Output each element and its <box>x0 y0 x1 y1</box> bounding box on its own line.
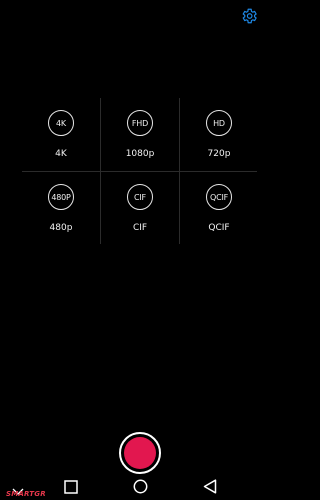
gear-icon <box>242 8 257 24</box>
resolution-option-qcif[interactable]: QCIF QCIF <box>180 172 258 245</box>
resolution-option-480p[interactable]: 480P 480p <box>22 172 100 245</box>
watermark: SMARTGR <box>6 490 46 498</box>
back-button[interactable] <box>203 479 217 498</box>
resolution-option-1080p[interactable]: FHD 1080p <box>101 98 179 171</box>
resolution-badge: 480P <box>48 184 74 210</box>
settings-button[interactable] <box>240 7 258 25</box>
circle-icon <box>133 479 148 494</box>
record-button[interactable] <box>119 432 161 474</box>
square-icon <box>64 480 78 494</box>
resolution-option-4k[interactable]: 4K 4K <box>22 98 100 171</box>
resolution-label: 4K <box>55 149 67 159</box>
triangle-back-icon <box>203 479 217 494</box>
resolution-badge: QCIF <box>206 184 232 210</box>
resolution-label: 1080p <box>125 149 155 159</box>
resolution-option-cif[interactable]: CIF CIF <box>101 172 179 245</box>
resolution-label: CIF <box>132 223 148 233</box>
resolution-badge: HD <box>206 110 232 136</box>
resolution-label: 720p <box>207 149 231 159</box>
resolution-label: QCIF <box>208 223 230 233</box>
resolution-label: 480p <box>49 223 73 233</box>
resolution-option-720p[interactable]: HD 720p <box>180 98 258 171</box>
home-button[interactable] <box>133 479 148 498</box>
record-dot <box>124 437 156 469</box>
resolution-grid: 4K 4K FHD 1080p HD 720p 480P 480p CIF CI… <box>22 98 257 244</box>
resolution-badge: CIF <box>127 184 153 210</box>
resolution-badge: 4K <box>48 110 74 136</box>
recents-button[interactable] <box>64 479 78 498</box>
resolution-badge: FHD <box>127 110 153 136</box>
collapse-button[interactable] <box>12 481 24 495</box>
